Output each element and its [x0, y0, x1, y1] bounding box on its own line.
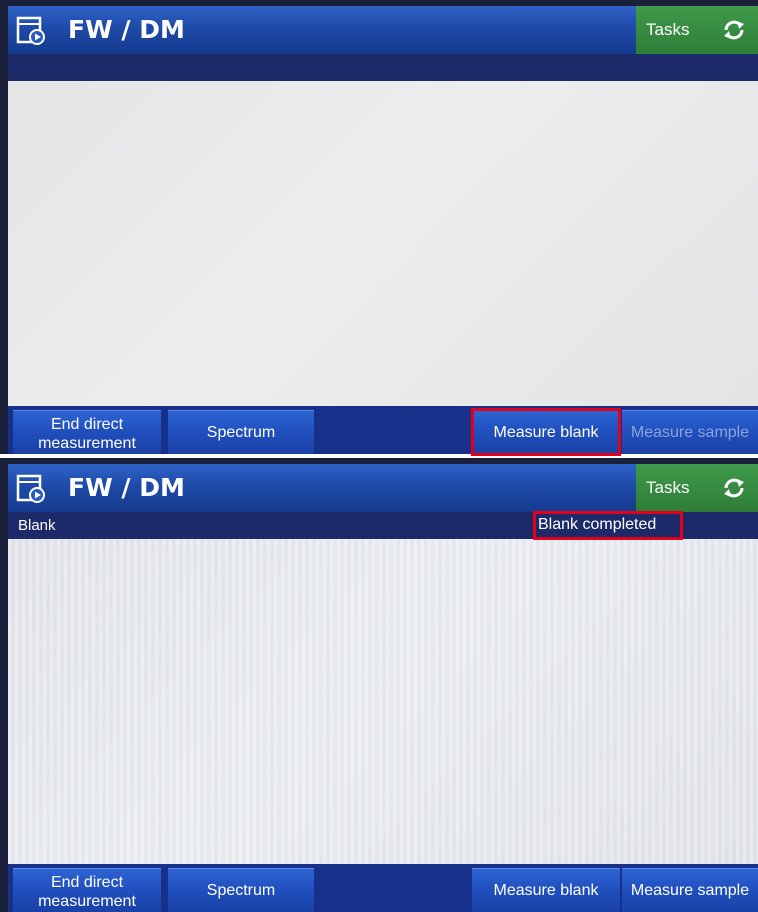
refresh-icon: [724, 478, 744, 498]
result-area: [8, 81, 758, 406]
status-right-text: Blank completed: [538, 516, 657, 533]
end-button-line2: measurement: [38, 435, 136, 452]
end-button-line1: End direct: [50, 874, 124, 891]
result-area: [8, 539, 758, 864]
app-title: FW / DM: [68, 15, 185, 44]
spectrum-button[interactable]: Spectrum: [168, 868, 314, 912]
measure-blank-button[interactable]: Measure blank: [472, 410, 620, 454]
device-screen-after: FW / DM Tasks Blank Blank completed End …: [0, 458, 758, 912]
bottom-toolbar: End direct measurement Spectrum Measure …: [8, 864, 758, 912]
measure-blank-button[interactable]: Measure blank: [472, 868, 620, 912]
refresh-icon: [724, 20, 744, 40]
end-direct-measurement-button[interactable]: End direct measurement: [13, 410, 161, 454]
panel-play-icon: [16, 474, 45, 503]
bottom-toolbar: End direct measurement Spectrum Measure …: [8, 406, 758, 454]
status-bar: Blank Blank completed: [8, 512, 758, 539]
measure-sample-button[interactable]: Measure sample: [622, 410, 758, 454]
tasks-label: Tasks: [646, 20, 690, 39]
end-direct-measurement-button[interactable]: End direct measurement: [13, 868, 161, 912]
title-bar: FW / DM Tasks: [8, 6, 758, 54]
title-bar: FW / DM Tasks: [8, 464, 758, 512]
end-button-line2: measurement: [38, 893, 136, 910]
tasks-label: Tasks: [646, 478, 690, 497]
status-bar: [8, 54, 758, 81]
tasks-button[interactable]: Tasks: [636, 6, 758, 54]
spectrum-button[interactable]: Spectrum: [168, 410, 314, 454]
measure-sample-button[interactable]: Measure sample: [622, 868, 758, 912]
device-screen-before: FW / DM Tasks End direct measurement Spe…: [0, 0, 758, 454]
end-button-line1: End direct: [50, 416, 124, 433]
status-left-text: Blank: [18, 517, 56, 534]
panel-play-icon: [16, 16, 45, 45]
tasks-button[interactable]: Tasks: [636, 464, 758, 512]
app-title: FW / DM: [68, 473, 185, 502]
